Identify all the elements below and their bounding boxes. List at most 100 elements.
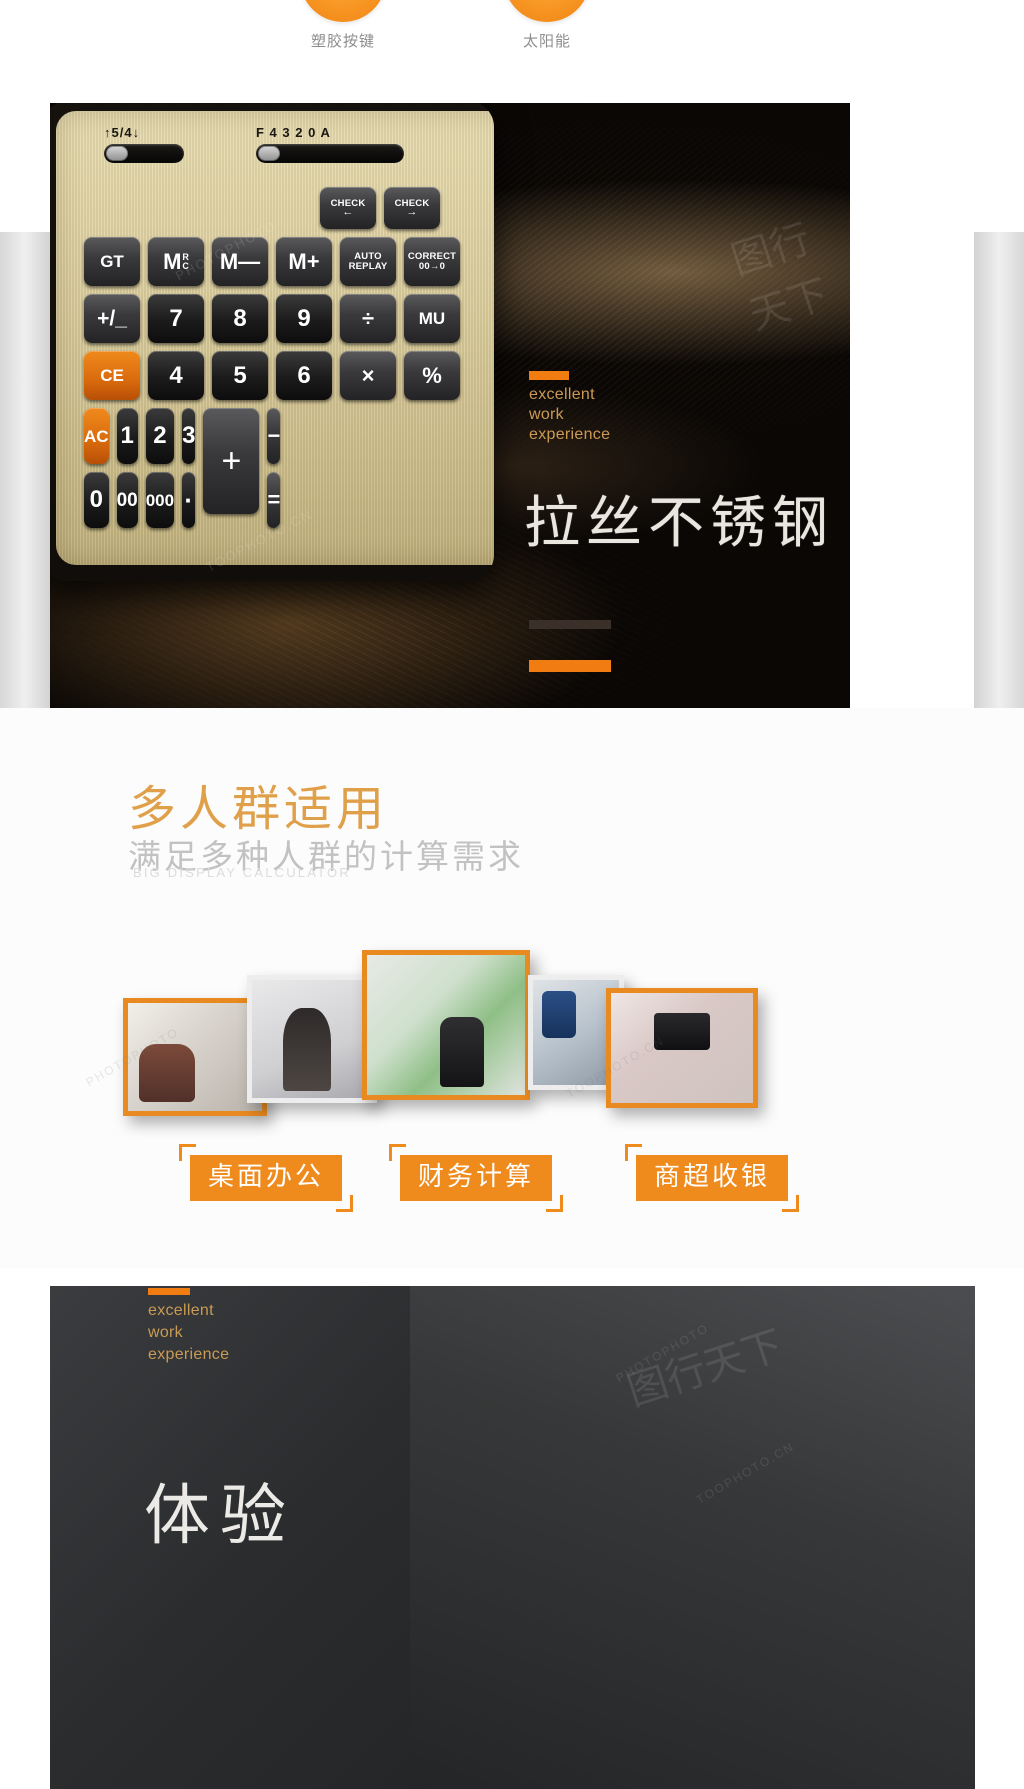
keypad-col-1-00: 1 00	[116, 408, 138, 528]
key-plus[interactable]: +	[203, 408, 260, 514]
key-label-c: C	[182, 260, 189, 271]
keypad-row-check: CHECK ← CHECK →	[320, 187, 494, 229]
key-00[interactable]: 00	[116, 472, 138, 528]
corner-bracket-icon	[389, 1144, 406, 1161]
calculator-brushed-faceplate: ↑5/4↓ F 4 3 2 0 A CHECK ← CHECK → GT M R…	[56, 111, 494, 565]
calculator-switch-row: ↑5/4↓ F 4 3 2 0 A	[104, 125, 404, 179]
hero-accent-bar	[529, 660, 611, 672]
corner-bracket-icon	[546, 1195, 564, 1212]
key-percent[interactable]: %	[404, 351, 460, 400]
scene-tag-label: 商超收银	[636, 1155, 789, 1201]
photo-image	[252, 980, 372, 1098]
key-7[interactable]: 7	[148, 294, 204, 343]
key-000[interactable]: 000	[145, 472, 175, 528]
top-feature-strip: 塑胶按键 太阳能	[0, 0, 1024, 88]
hero-eyebrow: excellent work experience	[529, 385, 610, 445]
key-2[interactable]: 2	[145, 408, 175, 464]
key-ce[interactable]: CE	[84, 351, 140, 400]
orange-circle-icon	[300, 0, 386, 22]
key-divide[interactable]: ÷	[340, 294, 396, 343]
key-equals[interactable]: =	[267, 472, 281, 528]
keypad-row-789: +/_ 7 8 9 ÷ MU	[84, 294, 494, 343]
key-label-line2: 00→0	[418, 260, 446, 272]
experience-eyebrow: excellent work experience	[148, 1300, 229, 1366]
feature-item-plastic-keys: 塑胶按键	[300, 0, 386, 107]
keypad-col-2-000: 2 000	[145, 408, 175, 528]
hero-accent-dash	[529, 371, 569, 380]
key-label-line2: REPLAY	[348, 260, 388, 272]
hero-eyebrow-line-1: excellent	[529, 386, 595, 403]
keypad-row-memory: GT MRC M— M+ AUTO REPLAY CORRECT 00→0	[84, 237, 494, 286]
scene-photo	[247, 975, 377, 1103]
product-detail-page: 塑胶按键 太阳能 ↑5/4↓ F 4 3 2 0 A CHECK ← CHECK…	[0, 0, 1024, 1789]
key-minus[interactable]: −	[267, 408, 281, 464]
rounding-switch-label: ↑5/4↓	[104, 125, 141, 140]
experience-eyebrow-line-1: excellent	[148, 1302, 214, 1319]
scene-photo	[606, 988, 758, 1108]
photo-image	[611, 993, 753, 1103]
key-0[interactable]: 0	[84, 472, 109, 528]
scene-tag-finance[interactable]: 财务计算	[389, 1144, 564, 1212]
experience-accent-dash	[148, 1288, 190, 1295]
orange-circle-icon	[504, 0, 590, 22]
audience-title: 多人群适用	[128, 781, 389, 837]
arrow-left-icon: ←	[342, 206, 354, 219]
corner-bracket-icon	[336, 1195, 354, 1212]
key-mrc[interactable]: MRC	[148, 237, 204, 286]
scene-tag-retail-checkout[interactable]: 商超收银	[625, 1144, 800, 1212]
key-gt[interactable]: GT	[84, 237, 140, 286]
rounding-switch-knob[interactable]	[106, 146, 128, 161]
calculator-product-photo: ↑5/4↓ F 4 3 2 0 A CHECK ← CHECK → GT M R…	[50, 103, 494, 581]
scene-tag-desktop-office[interactable]: 桌面办公	[179, 1144, 354, 1212]
hero-banner: ↑5/4↓ F 4 3 2 0 A CHECK ← CHECK → GT M R…	[50, 103, 850, 708]
key-decimal-point[interactable]: ·	[182, 472, 196, 528]
decimal-switch-knob[interactable]	[258, 146, 280, 161]
experience-eyebrow-line-2: work	[148, 1324, 183, 1341]
rounding-switch[interactable]: ↑5/4↓	[104, 125, 184, 163]
feature-caption: 塑胶按键	[310, 33, 375, 50]
hero-dim-bar	[529, 620, 611, 629]
key-check-right[interactable]: CHECK →	[384, 187, 440, 229]
key-5[interactable]: 5	[212, 351, 268, 400]
experience-right-panel	[410, 1286, 975, 1789]
key-4[interactable]: 4	[148, 351, 204, 400]
key-multiply[interactable]: ×	[340, 351, 396, 400]
key-3[interactable]: 3	[182, 408, 196, 464]
scene-tag-label: 财务计算	[400, 1155, 553, 1201]
scene-photo	[362, 950, 530, 1100]
hero-title: 拉丝不锈钢	[524, 491, 834, 556]
key-correct[interactable]: CORRECT 00→0	[404, 237, 460, 286]
keypad-row-123-zero: AC 0 1 00 2 000 3 · + − =	[84, 408, 494, 528]
key-1[interactable]: 1	[116, 408, 138, 464]
key-6[interactable]: 6	[276, 351, 332, 400]
scene-photo	[123, 998, 267, 1116]
decimal-switch[interactable]: F 4 3 2 0 A	[256, 125, 404, 163]
photo-image	[128, 1003, 262, 1111]
experience-eyebrow-line-3: experience	[148, 1346, 230, 1363]
key-9[interactable]: 9	[276, 294, 332, 343]
decimal-switch-label: F 4 3 2 0 A	[256, 125, 331, 140]
keypad-col-clear: AC 0	[84, 408, 109, 528]
audience-english-caption: BIG DISPLAY CALCULATOR	[133, 865, 351, 880]
hero-eyebrow-line-2: work	[529, 406, 564, 423]
keypad-col-minus-equals: − =	[267, 408, 281, 528]
key-auto-replay[interactable]: AUTO REPLAY	[340, 237, 396, 286]
calculator-keypad: CHECK ← CHECK → GT MRC M— M+ AUTO REPLAY…	[84, 187, 494, 528]
key-mu[interactable]: MU	[404, 294, 460, 343]
key-m-plus[interactable]: M+	[276, 237, 332, 286]
corner-bracket-icon	[625, 1144, 642, 1161]
key-8[interactable]: 8	[212, 294, 268, 343]
hero-eyebrow-line-3: experience	[529, 426, 611, 443]
rounding-switch-track[interactable]	[104, 144, 184, 163]
arrow-right-icon: →	[406, 206, 418, 219]
keypad-col-3-dot: 3 ·	[182, 408, 196, 528]
corner-bracket-icon	[782, 1195, 800, 1212]
key-check-left[interactable]: CHECK ←	[320, 187, 376, 229]
scene-photo-collage: PHOTOPHOTO TOOPHOTO.CN	[0, 940, 1024, 1180]
key-ac[interactable]: AC	[84, 408, 109, 464]
key-plus-minus[interactable]: +/_	[84, 294, 140, 343]
decimal-switch-track[interactable]	[256, 144, 404, 163]
experience-title: 体验	[144, 1477, 296, 1554]
scene-tag-label: 桌面办公	[190, 1155, 343, 1201]
key-m-minus[interactable]: M—	[212, 237, 268, 286]
